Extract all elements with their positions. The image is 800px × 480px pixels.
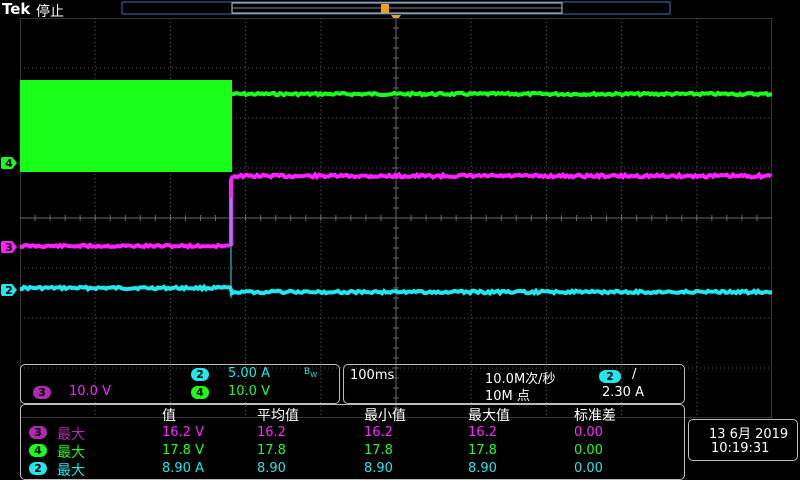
waveform-display[interactable] xyxy=(20,18,772,418)
ch3-marker-label: 3 xyxy=(5,240,13,254)
meas-row-ch3-mean: 16.2 xyxy=(257,425,286,440)
ch2-ground-marker[interactable]: 2 xyxy=(1,284,17,296)
meas-row-ch4-min: 17.8 xyxy=(364,443,393,458)
ch2-marker-label: 2 xyxy=(5,283,13,297)
ch4-marker-label: 4 xyxy=(5,156,13,170)
meas-row-ch4-label: 最大 xyxy=(57,445,85,461)
trigger-level: 2.30 A xyxy=(602,385,644,400)
ch4-ground-marker[interactable]: 4 xyxy=(1,157,17,169)
ch2-scale: 5.00 A xyxy=(228,366,270,381)
horizontal-settings-panel[interactable]: 100ms 10.0M次/秒 10M 点 2 / 2.30 A xyxy=(343,364,685,404)
ch2-badge: 2 xyxy=(191,368,209,381)
meas-row-ch3-max: 16.2 xyxy=(468,425,497,440)
vertical-settings-panel[interactable]: 2 5.00 A BW 3 10.0 V 4 10.0 V xyxy=(20,364,340,404)
meas-row-ch3-stddev: 0.00 xyxy=(574,425,603,440)
meas-row-ch4-value: 17.8 V xyxy=(162,443,204,458)
meas-row-ch2-min: 8.90 xyxy=(364,461,393,476)
col-header-stddev: 标准差 xyxy=(574,408,616,424)
meas-row-ch3-badge: 3 xyxy=(29,426,47,439)
ch3-ground-marker[interactable]: 3 xyxy=(1,241,17,253)
ch3-scale: 10.0 V xyxy=(69,384,111,399)
meas-row-ch2-label: 最大 xyxy=(57,463,85,479)
meas-row-ch4-mean: 17.8 xyxy=(257,443,286,458)
col-header-max: 最大值 xyxy=(468,408,510,424)
trigger-slope-icon: / xyxy=(632,367,637,382)
ch2-bandwidth-limit-icon: BW xyxy=(304,367,318,379)
ch4-badge: 4 xyxy=(191,386,209,399)
ch4-scale: 10.0 V xyxy=(228,384,270,399)
trigger-source-badge: 2 xyxy=(599,370,621,383)
col-header-min: 最小值 xyxy=(364,408,406,424)
meas-row-ch2-stddev: 0.00 xyxy=(574,461,603,476)
record-length: 10M 点 xyxy=(485,389,530,404)
meas-row-ch2-value: 8.90 A xyxy=(162,461,204,476)
meas-row-ch2-badge: 2 xyxy=(29,462,47,475)
date-display: 13 6月 2019 xyxy=(709,427,789,442)
meas-row-ch2-max: 8.90 xyxy=(468,461,497,476)
record-overview-bar[interactable] xyxy=(0,0,800,18)
measurements-panel[interactable]: 值 平均值 最小值 最大值 标准差 3 最大 16.2 V 16.2 16.2 … xyxy=(20,404,685,480)
meas-row-ch4-badge: 4 xyxy=(29,444,47,457)
meas-row-ch3-min: 16.2 xyxy=(364,425,393,440)
meas-row-ch2-mean: 8.90 xyxy=(257,461,286,476)
meas-row-ch4-stddev: 0.00 xyxy=(574,443,603,458)
time-display: 10:19:31 xyxy=(711,441,770,456)
top-bar: Tek 停止 xyxy=(0,0,800,20)
meas-row-ch3-label: 最大 xyxy=(57,427,85,443)
timebase: 100ms xyxy=(350,368,395,383)
col-header-mean: 平均值 xyxy=(257,408,299,424)
meas-row-ch3-value: 16.2 V xyxy=(162,425,204,440)
col-header-value: 值 xyxy=(162,408,176,424)
meas-row-ch4-max: 17.8 xyxy=(468,443,497,458)
datetime-panel: 13 6月 2019 10:19:31 xyxy=(688,419,798,461)
ch3-badge: 3 xyxy=(33,386,51,399)
